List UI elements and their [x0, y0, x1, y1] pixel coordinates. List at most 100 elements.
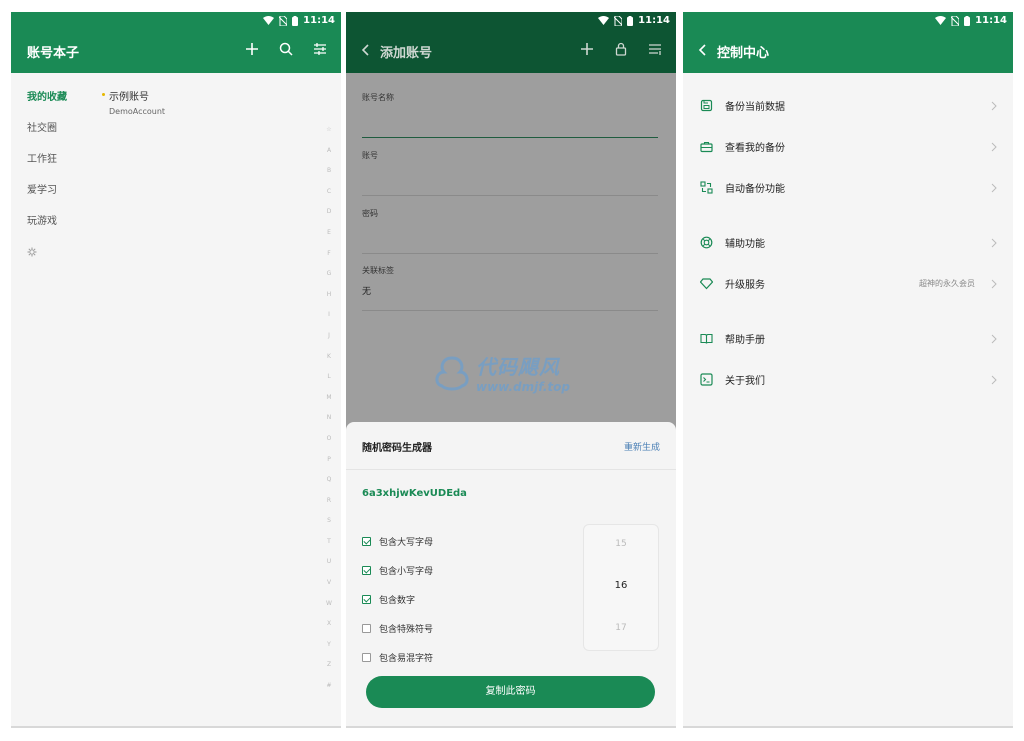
service-group: 辅助功能 升级服务 超神的永久会员	[683, 222, 1013, 304]
option-label: 包含特殊符号	[379, 625, 434, 635]
category-study[interactable]: 爱学习	[27, 181, 67, 212]
alphabet-letter[interactable]: K	[324, 347, 334, 368]
alphabet-letter[interactable]: C	[324, 182, 334, 203]
lifebuoy-icon	[700, 236, 713, 249]
alphabet-letter[interactable]: V	[324, 573, 334, 594]
alphabet-letter[interactable]: J	[324, 326, 334, 347]
option-label: 包含易混字符	[379, 654, 434, 664]
alphabet-letter[interactable]: S	[324, 511, 334, 532]
help-group: 帮助手册 关于我们	[683, 318, 1013, 400]
option-label: 包含数字	[379, 596, 416, 606]
lock-icon[interactable]	[614, 42, 628, 56]
generated-password: 6a3xhjwKevUDEda	[362, 488, 467, 499]
wifi-icon	[263, 16, 275, 25]
field-label: 关联标签	[362, 266, 394, 275]
alphabet-letter[interactable]: N	[324, 408, 334, 429]
alphabet-letter[interactable]: R	[324, 491, 334, 512]
membership-status: 超神的永久会员	[919, 279, 975, 288]
option-digits[interactable]: 包含数字	[362, 593, 415, 606]
wifi-icon	[935, 16, 947, 25]
checkbox[interactable]	[362, 595, 371, 604]
option-lowercase[interactable]: 包含小写字母	[362, 564, 433, 577]
option-symbols[interactable]: 包含特殊符号	[362, 622, 433, 635]
menu-label: 升级服务	[725, 280, 765, 291]
add-icon[interactable]	[580, 42, 594, 56]
checkbox[interactable]	[362, 537, 371, 546]
status-bar: 11:14	[598, 15, 670, 26]
alphabet-letter[interactable]: U	[324, 552, 334, 573]
tag-field[interactable]: 关联标签 无	[362, 265, 658, 311]
back-arrow-icon[interactable]	[360, 43, 372, 57]
option-ambiguous[interactable]: 包含易混字符	[362, 651, 433, 664]
category-list: 我的收藏 社交圈 工作狂 爱学习 玩游戏	[27, 88, 67, 260]
menu-item-upgrade[interactable]: 升级服务 超神的永久会员	[683, 263, 1013, 304]
category-games[interactable]: 玩游戏	[27, 212, 67, 243]
chevron-right-icon	[991, 334, 997, 343]
option-label: 包含大写字母	[379, 538, 434, 548]
alphabet-letter[interactable]: Z	[324, 655, 334, 676]
add-icon[interactable]	[245, 42, 259, 56]
menu-item-view-backups[interactable]: 查看我的备份	[683, 126, 1013, 167]
app-title: 账号本子	[27, 46, 80, 61]
password-field[interactable]: 密码	[362, 208, 658, 254]
chevron-right-icon	[991, 279, 997, 288]
back-arrow-icon[interactable]	[697, 43, 709, 57]
alphabet-letter[interactable]: O	[324, 429, 334, 450]
length-picker[interactable]: 15 16 17	[583, 524, 659, 651]
status-bar: 11:14	[263, 15, 335, 26]
alphabet-letter[interactable]: M	[324, 388, 334, 409]
watermark-name: 代码飓风	[476, 355, 560, 379]
menu-item-help[interactable]: 帮助手册	[683, 318, 1013, 359]
alphabet-letter[interactable]: T	[324, 532, 334, 553]
list-menu-icon[interactable]	[648, 42, 662, 56]
length-next[interactable]: 17	[584, 623, 658, 633]
alphabet-letter[interactable]: Q	[324, 470, 334, 491]
alphabet-letter[interactable]: Y	[324, 635, 334, 656]
alphabet-letter[interactable]: B	[324, 161, 334, 182]
chevron-right-icon	[991, 238, 997, 247]
alphabet-letter[interactable]: G	[324, 264, 334, 285]
battery-icon	[627, 15, 634, 26]
status-time: 11:14	[638, 15, 670, 26]
regenerate-button[interactable]: 重新生成	[624, 440, 660, 453]
field-label: 账号名称	[362, 93, 394, 102]
briefcase-icon	[700, 141, 713, 153]
menu-item-accessibility[interactable]: 辅助功能	[683, 222, 1013, 263]
alphabet-letter[interactable]: X	[324, 614, 334, 635]
field-value: 无	[362, 287, 372, 297]
alphabet-index[interactable]: ☆ A B C D E F G H I J K L M N O P Q R S T U V W X Y Z #	[324, 120, 334, 697]
checkbox[interactable]	[362, 566, 371, 575]
account-name-field[interactable]: 账号名称	[362, 92, 658, 138]
terminal-icon	[700, 373, 713, 386]
account-list-item[interactable]: 示例账号 DemoAccount	[101, 88, 165, 116]
alphabet-letter[interactable]: E	[324, 223, 334, 244]
menu-label: 查看我的备份	[725, 143, 785, 154]
account-field[interactable]: 账号	[362, 150, 658, 196]
alphabet-letter[interactable]: #	[324, 676, 334, 697]
checkbox[interactable]	[362, 653, 371, 662]
generator-title: 随机密码生成器	[362, 443, 432, 454]
menu-label: 帮助手册	[725, 335, 765, 346]
copy-password-button[interactable]: 复制此密码	[366, 676, 655, 708]
alphabet-letter[interactable]: D	[324, 202, 334, 223]
checkbox[interactable]	[362, 624, 371, 633]
category-work[interactable]: 工作狂	[27, 150, 67, 181]
menu-item-auto-backup[interactable]: 自动备份功能	[683, 167, 1013, 208]
alphabet-letter[interactable]: H	[324, 285, 334, 306]
category-favorites[interactable]: 我的收藏	[27, 88, 67, 119]
filter-menu-icon[interactable]	[313, 42, 327, 56]
alphabet-letter[interactable]: A	[324, 141, 334, 162]
settings-gear-icon[interactable]	[27, 247, 37, 257]
menu-item-about[interactable]: 关于我们	[683, 359, 1013, 400]
alphabet-letter[interactable]: L	[324, 367, 334, 388]
alphabet-letter[interactable]: F	[324, 244, 334, 265]
length-prev[interactable]: 15	[584, 539, 658, 549]
alphabet-letter[interactable]: W	[324, 594, 334, 615]
option-uppercase[interactable]: 包含大写字母	[362, 535, 433, 548]
menu-item-backup-now[interactable]: 备份当前数据	[683, 85, 1013, 126]
category-social[interactable]: 社交圈	[27, 119, 67, 150]
search-icon[interactable]	[279, 42, 293, 56]
alphabet-letter[interactable]: I	[324, 305, 334, 326]
alphabet-letter[interactable]: ☆	[324, 120, 334, 141]
alphabet-letter[interactable]: P	[324, 450, 334, 471]
